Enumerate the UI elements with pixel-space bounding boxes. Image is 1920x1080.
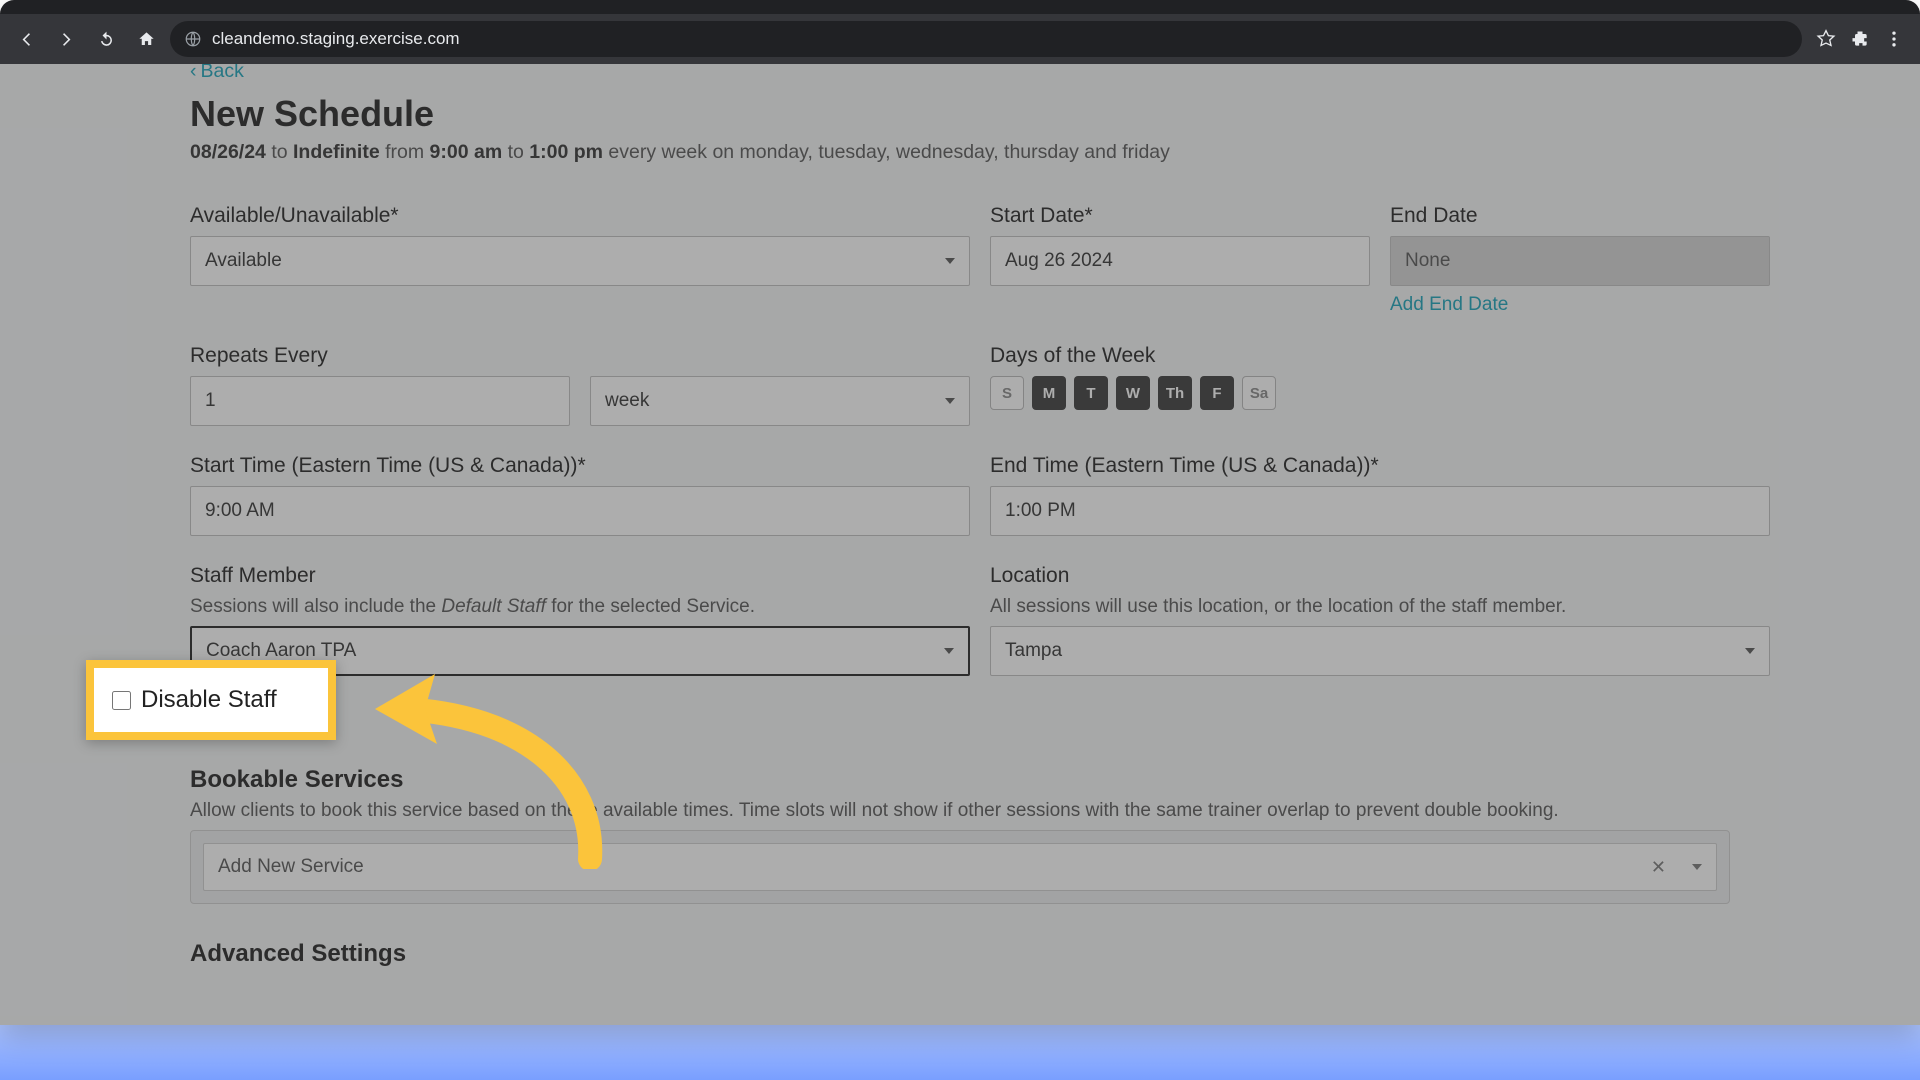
start-time-label: Start Time (Eastern Time (US & Canada))* — [190, 454, 970, 478]
bookable-services-title: Bookable Services — [190, 766, 1730, 794]
bookable-services-section: Bookable Services Allow clients to book … — [190, 766, 1730, 904]
start-date-value: Aug 26 2024 — [1005, 250, 1113, 272]
page-title: New Schedule — [190, 93, 1730, 135]
tab-strip — [0, 0, 1920, 14]
start-date-group: Start Date* Aug 26 2024 — [990, 204, 1370, 316]
back-link[interactable]: ‹ Back — [190, 64, 1730, 83]
browser-toolbar: cleandemo.staging.exercise.com — [0, 14, 1920, 64]
reload-icon[interactable] — [90, 23, 122, 55]
disable-staff-checkbox[interactable] — [112, 691, 131, 710]
service-box: Add New Service ✕ — [190, 830, 1730, 904]
day-sa[interactable]: Sa — [1242, 376, 1276, 410]
caret-down-icon — [1692, 864, 1702, 870]
repeats-label: Repeats Every — [190, 344, 970, 368]
site-info-icon — [184, 30, 202, 48]
caret-down-icon — [945, 398, 955, 404]
add-end-date-link[interactable]: Add End Date — [1390, 294, 1508, 316]
day-f[interactable]: F — [1200, 376, 1234, 410]
repeats-unit-select[interactable]: week — [590, 376, 970, 426]
repeats-group: Repeats Every 1 week — [190, 344, 970, 426]
staff-label: Staff Member — [190, 564, 970, 588]
page: ‹ Back New Schedule 08/26/24 to Indefini… — [0, 64, 1920, 1025]
day-s[interactable]: S — [990, 376, 1024, 410]
end-time-label: End Time (Eastern Time (US & Canada))* — [990, 454, 1770, 478]
forward-icon[interactable] — [50, 23, 82, 55]
schedule-summary: 08/26/24 to Indefinite from 9:00 am to 1… — [190, 141, 1730, 164]
dow-group: Days of the Week S M T W Th F Sa — [990, 344, 1770, 426]
available-label: Available/Unavailable* — [190, 204, 970, 228]
end-date-group: End Date None Add End Date — [1390, 204, 1770, 316]
url-text: cleandemo.staging.exercise.com — [212, 29, 460, 49]
repeats-unit-value: week — [605, 390, 649, 412]
highlight-disable-staff: Disable Staff — [86, 660, 336, 740]
location-group: Location All sessions will use this loca… — [990, 564, 1770, 676]
caret-down-icon — [1745, 648, 1755, 654]
clear-icon[interactable]: ✕ — [1651, 857, 1666, 878]
end-date-value: None — [1405, 250, 1450, 272]
chevron-left-icon: ‹ — [190, 64, 197, 83]
caret-down-icon — [945, 258, 955, 264]
location-helper: All sessions will use this location, or … — [990, 596, 1770, 618]
end-time-value: 1:00 PM — [1005, 500, 1076, 522]
home-icon[interactable] — [130, 23, 162, 55]
available-select[interactable]: Available — [190, 236, 970, 286]
start-date-input[interactable]: Aug 26 2024 — [990, 236, 1370, 286]
day-th[interactable]: Th — [1158, 376, 1192, 410]
advanced-settings-title: Advanced Settings — [190, 940, 1730, 968]
add-service-label: Add New Service — [218, 856, 364, 878]
repeats-number-input[interactable]: 1 — [190, 376, 570, 426]
start-date-label: Start Date* — [990, 204, 1370, 228]
disable-staff-label: Disable Staff — [141, 686, 277, 714]
bookmark-star-icon[interactable] — [1816, 29, 1836, 49]
location-label: Location — [990, 564, 1770, 588]
start-time-value: 9:00 AM — [205, 500, 275, 522]
back-icon[interactable] — [10, 23, 42, 55]
staff-value: Coach Aaron TPA — [206, 640, 356, 662]
start-time-input[interactable]: 9:00 AM — [190, 486, 970, 536]
caret-down-icon — [944, 648, 954, 654]
dow-label: Days of the Week — [990, 344, 1770, 368]
kebab-menu-icon[interactable] — [1884, 29, 1904, 49]
available-group: Available/Unavailable* Available — [190, 204, 970, 316]
day-t[interactable]: T — [1074, 376, 1108, 410]
address-bar[interactable]: cleandemo.staging.exercise.com — [170, 21, 1802, 57]
start-time-group: Start Time (Eastern Time (US & Canada))*… — [190, 454, 970, 536]
end-time-input[interactable]: 1:00 PM — [990, 486, 1770, 536]
dow-picker: S M T W Th F Sa — [990, 376, 1770, 410]
day-m[interactable]: M — [1032, 376, 1066, 410]
day-w[interactable]: W — [1116, 376, 1150, 410]
staff-helper: Sessions will also include the Default S… — [190, 596, 970, 618]
location-select[interactable]: Tampa — [990, 626, 1770, 676]
add-service-select[interactable]: Add New Service ✕ — [203, 843, 1717, 891]
available-value: Available — [205, 250, 282, 272]
repeats-number-value: 1 — [205, 390, 216, 412]
location-value: Tampa — [1005, 640, 1062, 662]
end-date-label: End Date — [1390, 204, 1770, 228]
end-date-input: None — [1390, 236, 1770, 286]
bookable-services-helper: Allow clients to book this service based… — [190, 800, 1730, 822]
extensions-icon[interactable] — [1850, 29, 1870, 49]
browser-window: cleandemo.staging.exercise.com ‹ Back Ne… — [0, 0, 1920, 1025]
back-label: Back — [201, 64, 244, 83]
end-time-group: End Time (Eastern Time (US & Canada))* 1… — [990, 454, 1770, 536]
